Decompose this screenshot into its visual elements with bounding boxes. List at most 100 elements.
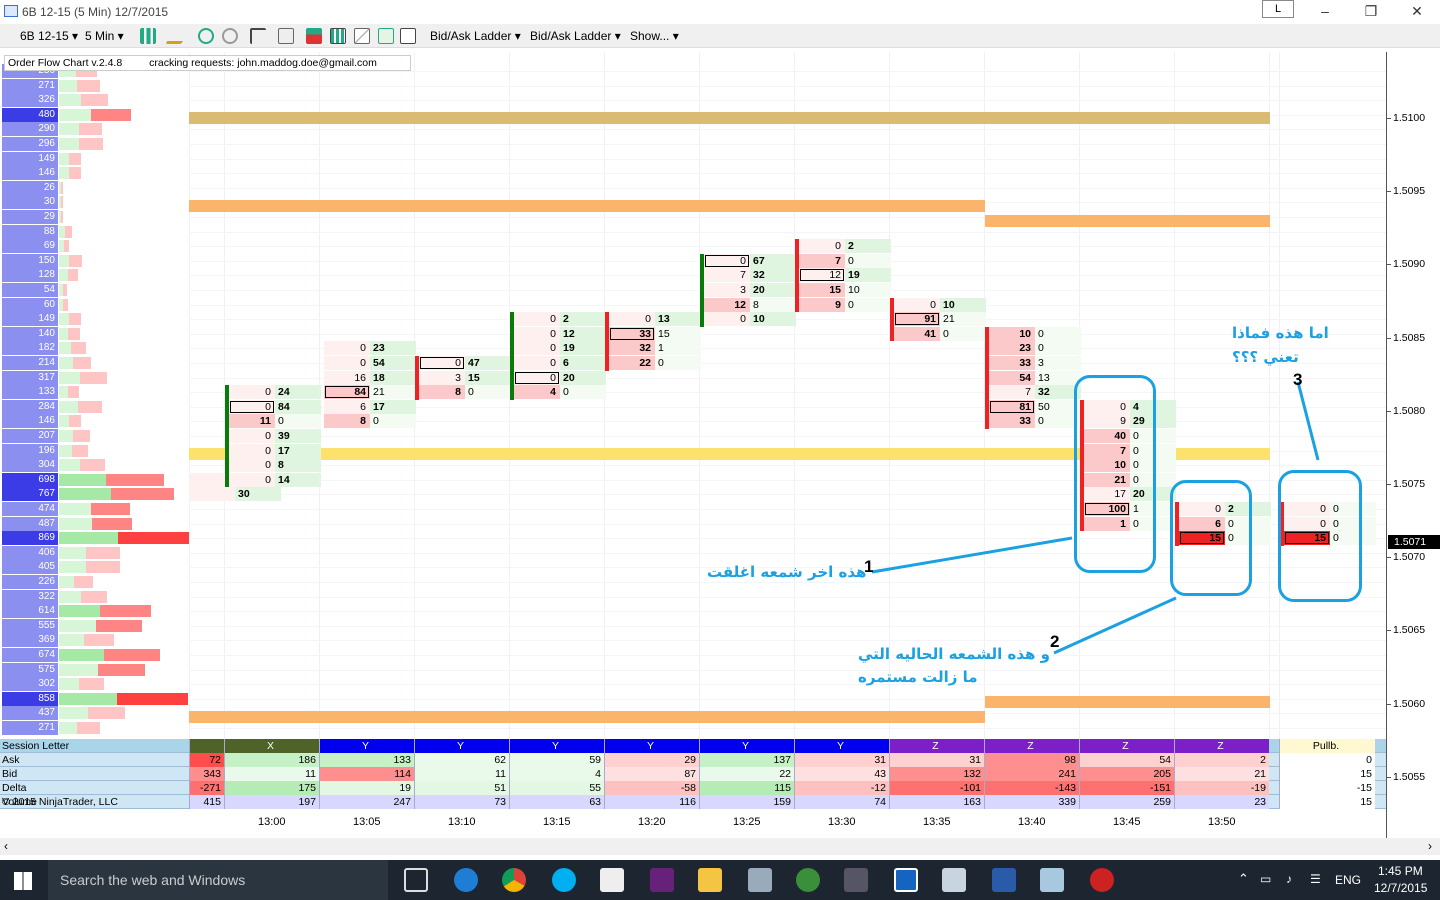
pullback-cell: -15: [1279, 781, 1375, 795]
clock-time[interactable]: 1:45 PM: [1378, 864, 1423, 878]
plot-area[interactable]: 2562713264802902961491462630298869150128…: [0, 52, 1386, 740]
notification-icon[interactable]: ☰: [1310, 872, 1321, 886]
app-icon-3[interactable]: [992, 868, 1016, 892]
table-cell: 11: [224, 767, 319, 781]
price-axis[interactable]: 1.5100 1.5095 1.5090 1.5085 1.5080 1.5075 1.50…: [1386, 52, 1440, 840]
language-indicator[interactable]: ENG: [1335, 873, 1361, 887]
table-cell: 116: [604, 795, 699, 809]
table-cell: Y: [319, 739, 414, 753]
tray-up-icon[interactable]: ⌃: [1238, 871, 1249, 887]
skype-icon[interactable]: [552, 868, 576, 892]
chart-trader-icon[interactable]: [354, 28, 370, 44]
link-button[interactable]: L: [1262, 0, 1294, 18]
close-button[interactable]: ✕: [1394, 0, 1440, 24]
show-dropdown[interactable]: Show... ▾: [630, 28, 679, 44]
pullback-cell: Pullb.: [1279, 739, 1375, 753]
store-icon[interactable]: [600, 868, 624, 892]
scroll-left-icon[interactable]: ‹: [4, 839, 8, 853]
horizontal-scrollbar[interactable]: ‹ ›: [0, 838, 1440, 855]
strategy-icon[interactable]: [306, 28, 322, 44]
app-icon-4[interactable]: [1040, 868, 1064, 892]
table-cell: 87: [604, 767, 699, 781]
price-label: 1.5060: [1393, 697, 1426, 710]
crosshair-icon[interactable]: [278, 28, 294, 44]
indicators-icon[interactable]: [330, 28, 346, 44]
annotation-number-3: 3: [1293, 370, 1303, 389]
price-label: 1.5100: [1393, 112, 1426, 124]
price-tick: [1387, 118, 1391, 119]
table-cell: Y: [699, 739, 794, 753]
clock-date[interactable]: 12/7/2015: [1374, 881, 1427, 895]
time-label: 13:05: [353, 816, 381, 828]
pullback-cell: 0: [1279, 753, 1375, 767]
table-cell: 114: [319, 767, 414, 781]
annotation-text-3b: تعني ؟؟؟: [1232, 348, 1299, 366]
price-label: 1.5055: [1393, 770, 1426, 783]
table-cell: 137: [699, 753, 794, 767]
search-placeholder: Search the web and Windows: [60, 872, 246, 888]
price-label: 1.5085: [1393, 331, 1426, 344]
chart-area[interactable]: 2562713264802902961491462630298869150128…: [0, 52, 1440, 840]
zoom-in-icon[interactable]: [198, 28, 214, 44]
time-label: 13:25: [733, 816, 761, 828]
visual-studio-icon[interactable]: [650, 868, 674, 892]
table-cell: Z: [1174, 739, 1269, 753]
table-cell: 339: [984, 795, 1079, 809]
price-tick: [1387, 337, 1391, 339]
price-tick: [1387, 410, 1391, 412]
network-icon[interactable]: ▭: [1260, 872, 1271, 886]
table-cell: 259: [1079, 795, 1174, 809]
table-cell: 74: [794, 795, 889, 809]
volume-icon[interactable]: ♪: [1286, 872, 1292, 886]
annotation-text-2a: و هذه الشمعه الحاليه التي: [858, 645, 1050, 663]
chrome-icon[interactable]: [502, 868, 526, 892]
table-cell: -151: [1079, 781, 1174, 795]
table-cell: 415: [189, 795, 224, 809]
table-cell: 73: [414, 795, 509, 809]
price-label: 1.5070: [1393, 551, 1426, 564]
table-cell: 247: [319, 795, 414, 809]
control-panel-icon[interactable]: [748, 868, 772, 892]
price-tick: [1387, 703, 1391, 705]
pencil-icon[interactable]: [165, 28, 191, 44]
table-cell: 132: [889, 767, 984, 781]
bar-type-icon[interactable]: [140, 28, 156, 44]
maximize-button[interactable]: ❐: [1348, 0, 1394, 24]
table-cell: Y: [794, 739, 889, 753]
table-cell: Y: [414, 739, 509, 753]
bid-ask-ladder-dropdown-1[interactable]: Bid/Ask Ladder ▾: [430, 28, 521, 44]
app-icon-1[interactable]: [844, 868, 868, 892]
interval-dropdown[interactable]: 5 Min ▾: [85, 28, 124, 44]
table-cell: Z: [984, 739, 1079, 753]
annotation-text-1: هذه اخر شمعه اغلقت: [707, 563, 867, 581]
properties-icon[interactable]: [400, 28, 416, 44]
annotation-number-2: 2: [1050, 632, 1060, 651]
file-explorer-icon[interactable]: [698, 868, 722, 892]
chart-toolbar: 6B 12-15 ▾ 5 Min ▾ Bid/Ask Ladder ▾ Bid/…: [0, 24, 1440, 48]
session-stats-table: Session Letter X Y Y Y Y Y Y Z Z Z Z Pullb. Ask 72 186 1…: [0, 739, 1386, 809]
title-bar: 6B 12-15 (5 Min) 12/7/2015 L – ❐ ✕: [0, 0, 1440, 24]
table-cell: -12: [794, 781, 889, 795]
table-cell: 23: [1174, 795, 1269, 809]
table-cell: X: [224, 739, 319, 753]
scroll-right-icon[interactable]: ›: [1428, 839, 1432, 853]
minimize-button[interactable]: –: [1302, 0, 1348, 24]
bid-ask-ladder-dropdown-2[interactable]: Bid/Ask Ladder ▾: [530, 28, 621, 44]
windows-start-icon[interactable]: [14, 872, 32, 890]
task-view-icon[interactable]: [404, 868, 428, 892]
table-cell: 175: [224, 781, 319, 795]
dollar-icon[interactable]: [378, 28, 394, 44]
time-label: 13:40: [1018, 816, 1046, 828]
instrument-dropdown[interactable]: 6B 12-15 ▾: [20, 28, 78, 44]
pointer-icon[interactable]: [250, 28, 266, 44]
ninjatrader-icon[interactable]: [1090, 868, 1114, 892]
table-row-label: Session Letter: [2, 740, 70, 752]
table-cell: [189, 739, 224, 753]
zoom-out-icon[interactable]: [222, 28, 238, 44]
table-cell: 241: [984, 767, 1079, 781]
search-box[interactable]: Search the web and Windows: [48, 860, 388, 900]
edge-icon[interactable]: [454, 868, 478, 892]
app-icon-2[interactable]: [942, 868, 966, 892]
download-manager-icon[interactable]: [796, 868, 820, 892]
ninjatrader-f-icon[interactable]: [894, 868, 918, 892]
